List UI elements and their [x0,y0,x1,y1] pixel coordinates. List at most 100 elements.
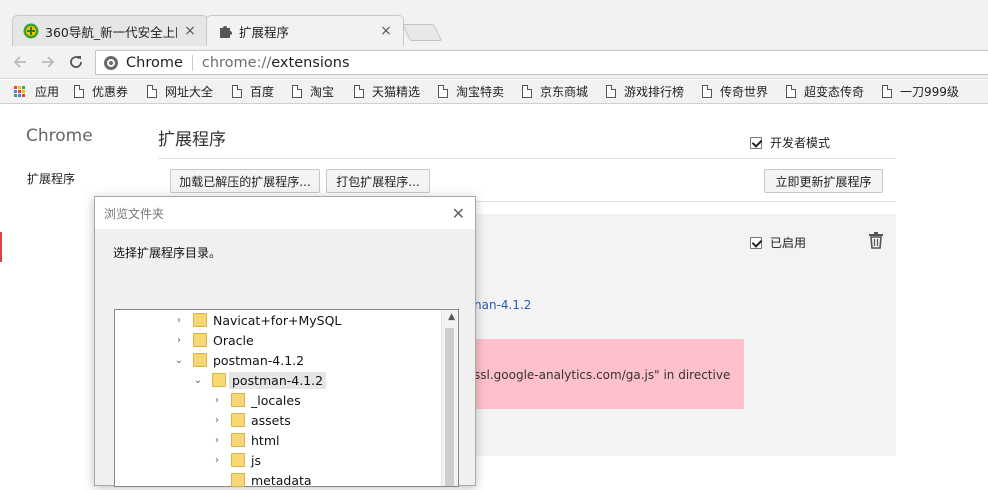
url-path: extensions [271,54,350,71]
bookmark-item[interactable]: 天猫精选 [354,83,420,100]
chevron-right-icon[interactable]: › [173,315,185,326]
chevron-right-icon[interactable]: › [173,335,185,346]
address-bar[interactable]: Chrome chrome://extensions [95,50,988,75]
tree-item[interactable]: › assets [211,410,291,430]
browse-folder-dialog: 浏览文件夹 ✕ 选择扩展程序目录。 › Navicat+for+MySQL › Or… [94,196,476,490]
bookmark-item[interactable]: 超变态传奇 [786,83,864,100]
bookmark-label: 一刀999级 [900,85,959,99]
tree-item-label: html [251,432,280,448]
bookmark-item[interactable]: 网址大全 [147,83,213,100]
tree-item-label: assets [251,412,291,428]
bookmark-label: 优惠券 [92,85,129,99]
bookmark-label: 百度 [250,85,275,99]
pack-extension-button[interactable]: 打包扩展程序... [326,169,430,193]
bookmark-item[interactable]: 淘宝 [292,83,334,100]
page-icon [354,85,364,98]
forward-button[interactable] [37,51,59,73]
enabled-checkbox[interactable] [750,236,762,249]
close-icon[interactable]: ✕ [452,204,465,223]
page-icon [147,85,157,98]
chevron-right-icon[interactable]: › [211,395,223,406]
dialog-title: 浏览文件夹 [104,206,165,221]
bookmark-label: 游戏排行榜 [624,85,685,99]
bookmark-label: 应用 [35,85,60,99]
new-tab-button[interactable] [402,24,442,41]
tab-extensions[interactable]: 扩展程序 × [206,15,404,46]
bookmark-label: 传奇世界 [720,85,769,99]
url-scheme: chrome:// [201,54,272,71]
folder-icon [193,333,207,347]
chevron-down-icon[interactable]: ⌄ [173,355,185,366]
bookmark-label: 淘宝特卖 [456,85,505,99]
folder-icon [231,433,245,447]
update-extensions-button[interactable]: 立即更新扩展程序 [764,169,883,193]
toolbar: Chrome chrome://extensions [0,46,988,79]
load-unpacked-button[interactable]: 加载已解压的扩展程序... [170,169,320,193]
bookmark-item[interactable]: 优惠券 [74,83,128,100]
tree-item[interactable]: › html [211,430,279,450]
close-icon[interactable]: × [379,23,393,39]
extension-error-text: ssl.google-analytics.com/ga.js" in direc… [474,368,731,382]
page-icon [606,85,616,98]
page-icon [292,85,302,98]
folder-tree[interactable]: › Navicat+for+MySQL › Oracle ⌄ postman-4.1.… [114,309,459,490]
chevron-right-icon[interactable]: › [211,435,223,446]
tree-item[interactable]: metadata [211,470,312,490]
puzzle-piece-icon [220,26,232,38]
bookmark-item[interactable]: 百度 [232,83,274,100]
tree-item-label: metadata [251,472,312,488]
tree-item[interactable]: › js [211,450,261,470]
bookmark-apps[interactable]: 应用 [14,83,59,100]
apps-icon [14,85,26,98]
bookmark-item[interactable]: 游戏排行榜 [606,83,684,100]
folder-icon [231,413,245,427]
tree-item[interactable]: ⌄ postman-4.1.2 [173,350,304,370]
folder-icon [231,473,245,487]
scroll-up-icon[interactable]: ▲ [448,312,455,322]
page-icon [882,85,892,98]
tree-item[interactable]: › Oracle [173,330,254,350]
folder-icon [231,393,245,407]
tree-item[interactable]: › Navicat+for+MySQL [173,310,341,330]
sidebar-item-extensions[interactable]: 扩展程序 [27,170,75,187]
tree-scrollbar[interactable]: ▲ [441,310,458,486]
scrollbar-thumb[interactable] [445,328,454,486]
tree-item-selected[interactable]: ⌄ postman-4.1.2 [192,370,327,390]
developer-mode-checkbox[interactable] [750,136,762,149]
divider [158,158,896,159]
folder-icon [193,353,207,367]
bookmark-label: 网址大全 [165,85,214,99]
bookmark-item[interactable]: 传奇世界 [702,83,768,100]
page-icon [522,85,532,98]
back-button[interactable] [9,51,31,73]
reload-icon [70,56,82,68]
tree-item-label: _locales [251,392,301,408]
tree-item[interactable]: › _locales [211,390,301,410]
dialog-prompt: 选择扩展程序目录。 [113,246,222,260]
tab-360-navigation[interactable]: 360导航_新一代安全上网 × [12,15,208,46]
chevron-right-icon[interactable]: › [211,455,223,466]
tree-item-label: js [251,452,261,468]
developer-mode-toggle[interactable]: 开发者模式 [750,134,830,151]
reload-button[interactable] [65,51,87,73]
tree-item-label: Oracle [213,332,254,348]
tab-strip: 360导航_新一代安全上网 × 扩展程序 × [0,0,988,46]
bookmark-item[interactable]: 京东商城 [522,83,588,100]
extension-enabled-toggle[interactable]: 已启用 [750,234,806,251]
bookmark-item[interactable]: 淘宝特卖 [438,83,504,100]
bookmark-item[interactable]: 一刀999级 [882,83,959,100]
close-icon[interactable]: × [183,23,197,39]
site-chip: Chrome [126,54,193,71]
trash-icon[interactable] [868,231,884,249]
url-text: chrome://extensions [193,55,350,71]
extension-path-link[interactable]: nan-4.1.2 [474,298,531,312]
bookmark-label: 天猫精选 [372,85,421,99]
chevron-down-icon[interactable]: ⌄ [192,375,204,386]
tree-item-label: Navicat+for+MySQL [213,312,342,328]
arrow-left-icon [13,56,26,68]
chevron-right-icon[interactable]: › [211,415,223,426]
tree-item-label: postman-4.1.2 [213,352,305,368]
sidebar-title: Chrome [26,126,93,146]
chrome-icon [104,55,118,70]
page-icon [438,85,448,98]
